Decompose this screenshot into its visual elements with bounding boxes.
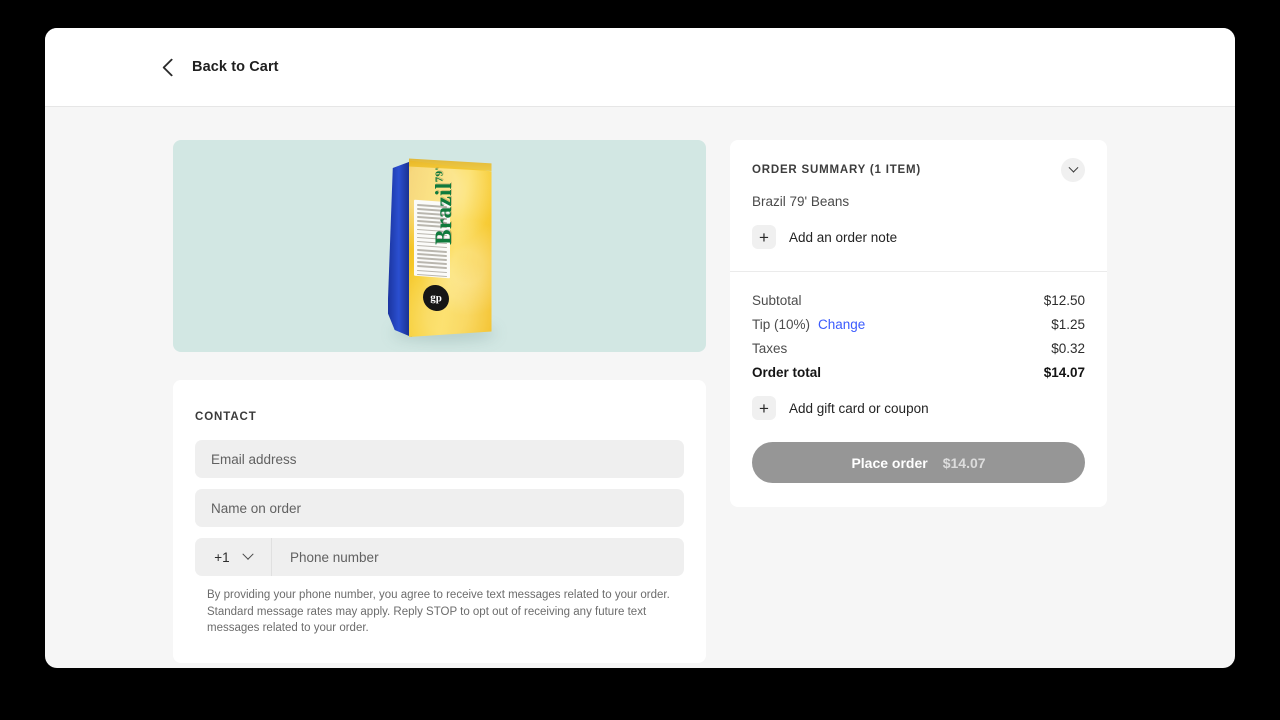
- chevron-down-icon: [1068, 162, 1078, 173]
- right-column: ORDER SUMMARY (1 ITEM) Brazil 79' Beans …: [730, 140, 1107, 668]
- price-row-label: Tip (10%) Change: [752, 317, 865, 332]
- tip-amount: $1.25: [1051, 317, 1085, 332]
- table-row: Taxes $0.32: [752, 341, 1085, 356]
- sms-disclaimer: By providing your phone number, you agre…: [207, 589, 670, 634]
- subtotal-label: Subtotal: [752, 293, 802, 308]
- place-order-button[interactable]: Place order $14.07: [752, 442, 1085, 483]
- place-order-label: Place order: [851, 454, 928, 471]
- country-code-value: +1: [214, 549, 230, 565]
- order-total-amount: $14.07: [1043, 365, 1085, 380]
- place-order-amount: $14.07: [942, 454, 986, 471]
- contact-card: CONTACT Email address Name on order +1 P…: [173, 380, 706, 663]
- plus-icon: +: [752, 396, 776, 420]
- change-tip-link[interactable]: Change: [818, 317, 865, 332]
- page-header: Back to Cart: [45, 28, 1235, 107]
- table-row-total: Order total $14.07: [752, 365, 1085, 380]
- bag-brand-text: Brazil79': [431, 160, 457, 252]
- email-field[interactable]: Email address: [195, 440, 684, 478]
- chevron-left-icon: [162, 57, 181, 77]
- order-summary-title: ORDER SUMMARY (1 ITEM): [752, 164, 922, 176]
- back-to-cart-link[interactable]: Back to Cart: [162, 57, 279, 77]
- phone-field-row: +1 Phone number: [195, 538, 684, 576]
- page-body: Brazil79' gp CONTACT Email address Name …: [45, 107, 1235, 668]
- chevron-down-icon: [242, 548, 254, 560]
- tip-label: Tip (10%): [752, 317, 811, 332]
- back-to-cart-label: Back to Cart: [192, 59, 279, 75]
- phone-input[interactable]: Phone number: [272, 550, 684, 565]
- add-order-note-label: Add an order note: [789, 229, 898, 245]
- add-order-note-button[interactable]: + Add an order note: [752, 225, 1085, 249]
- table-row: Subtotal $12.50: [752, 293, 1085, 308]
- order-summary-header: ORDER SUMMARY (1 ITEM): [752, 158, 1085, 182]
- bag-brand-name: Brazil: [430, 182, 456, 245]
- order-total-label: Order total: [752, 365, 822, 380]
- price-row-label: Order total: [752, 365, 821, 380]
- price-row-label: Subtotal: [752, 293, 802, 308]
- product-image-card: Brazil79' gp: [173, 140, 706, 352]
- name-placeholder: Name on order: [211, 500, 302, 516]
- app-window: Back to Cart Brazil79' gp CONTACT Email …: [45, 28, 1235, 668]
- coffee-bag-image: Brazil79' gp: [387, 155, 496, 341]
- order-summary-top: ORDER SUMMARY (1 ITEM) Brazil 79' Beans …: [730, 140, 1107, 271]
- subtotal-amount: $12.50: [1043, 293, 1085, 308]
- order-item-name: Brazil 79' Beans: [752, 194, 850, 209]
- left-column: Brazil79' gp CONTACT Email address Name …: [173, 140, 706, 668]
- add-gift-card-button[interactable]: + Add gift card or coupon: [752, 396, 1085, 420]
- taxes-label: Taxes: [752, 341, 788, 356]
- order-summary-totals: Subtotal $12.50 Tip (10%) Change $1.25 T…: [730, 272, 1107, 507]
- contact-section-label: CONTACT: [195, 411, 257, 423]
- add-gift-card-label: Add gift card or coupon: [789, 400, 929, 416]
- bag-brand-sup: 79': [432, 167, 445, 183]
- name-field[interactable]: Name on order: [195, 489, 684, 527]
- country-code-select[interactable]: +1: [195, 538, 272, 576]
- plus-icon: +: [752, 225, 776, 249]
- bag-side-gusset: [387, 161, 412, 337]
- checkout-columns: Brazil79' gp CONTACT Email address Name …: [173, 140, 1107, 668]
- email-placeholder: Email address: [211, 451, 297, 467]
- screen: Back to Cart Brazil79' gp CONTACT Email …: [0, 0, 1280, 720]
- order-summary-card: ORDER SUMMARY (1 ITEM) Brazil 79' Beans …: [730, 140, 1107, 507]
- price-row-label: Taxes: [752, 341, 787, 356]
- table-row: Tip (10%) Change $1.25: [752, 317, 1085, 332]
- taxes-amount: $0.32: [1051, 341, 1085, 356]
- collapse-summary-button[interactable]: [1061, 158, 1085, 182]
- phone-placeholder: Phone number: [290, 549, 379, 565]
